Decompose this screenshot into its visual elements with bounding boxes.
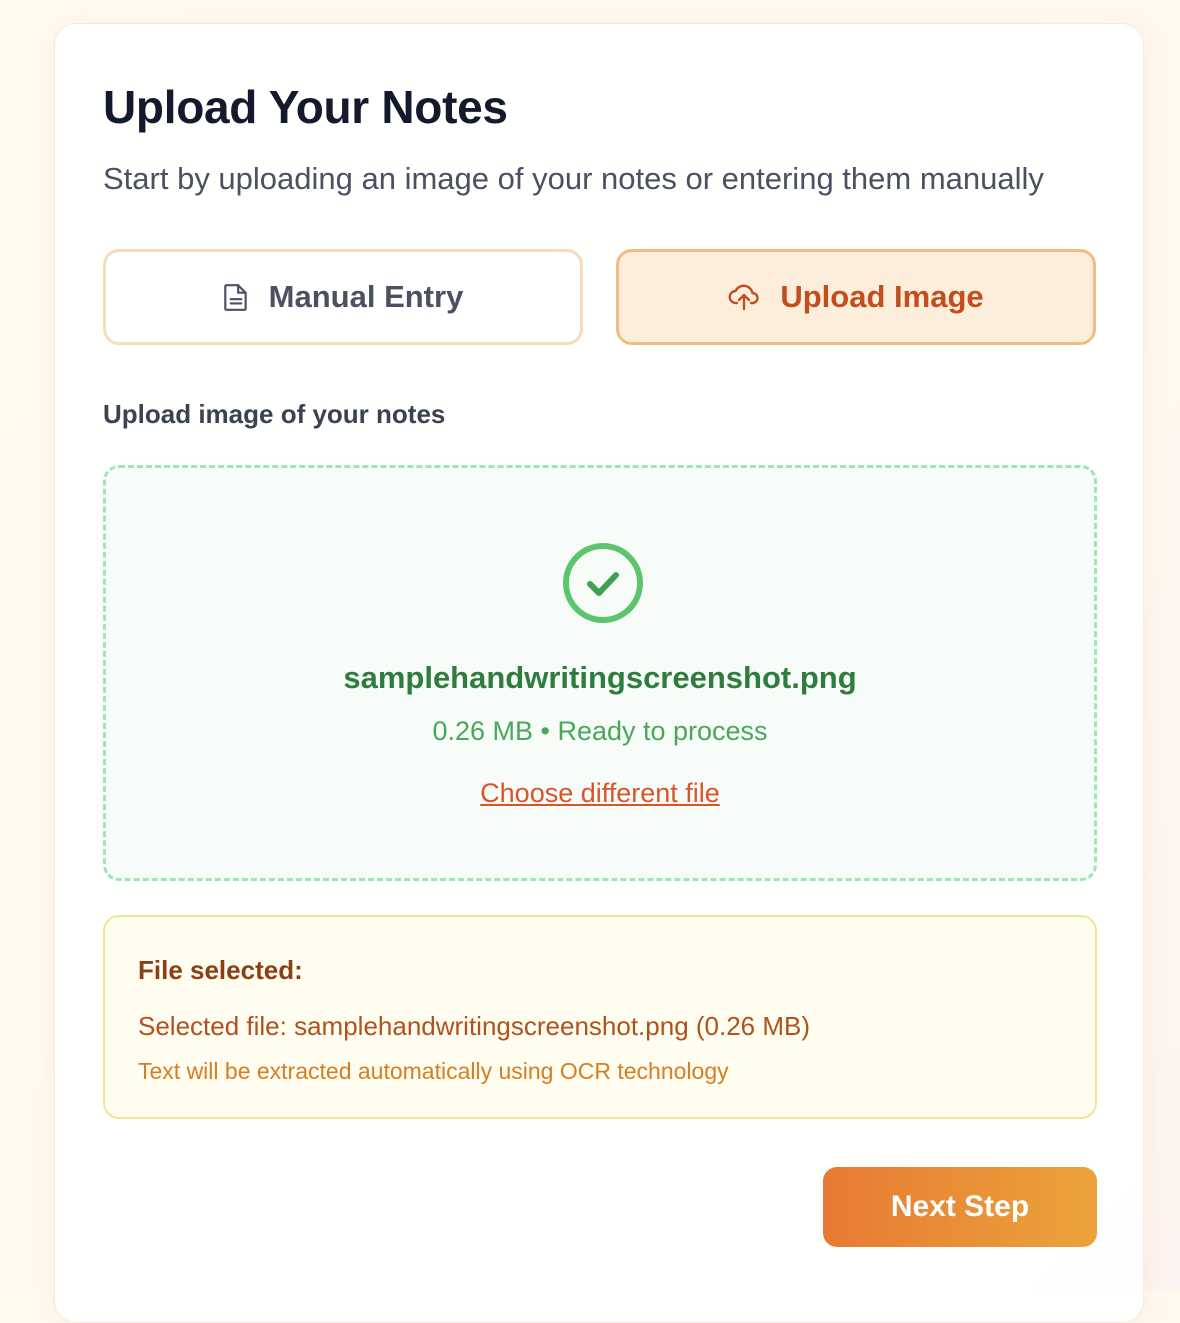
upload-card: Upload Your Notes Start by uploading an … xyxy=(54,23,1144,1323)
choose-different-file-link[interactable]: Choose different file xyxy=(480,778,720,808)
selected-file-name: samplehandwritingscreenshot.png xyxy=(343,660,857,695)
cloud-upload-icon xyxy=(728,282,760,312)
file-selected-info: File selected: Selected file: samplehand… xyxy=(103,915,1097,1119)
selected-file-line: Selected file: samplehandwritingscreensh… xyxy=(138,1011,811,1041)
upload-image-button[interactable]: Upload Image xyxy=(616,249,1096,345)
manual-entry-button[interactable]: Manual Entry xyxy=(103,249,583,345)
page-subtitle: Start by uploading an image of your note… xyxy=(103,161,1044,196)
upload-image-label: Upload Image xyxy=(780,279,984,314)
check-circle-icon xyxy=(561,541,645,630)
info-title: File selected: xyxy=(138,955,303,985)
upload-field-label: Upload image of your notes xyxy=(103,399,446,429)
manual-entry-label: Manual Entry xyxy=(268,279,464,314)
file-dropzone[interactable]: samplehandwritingscreenshot.png 0.26 MB … xyxy=(103,465,1097,881)
file-size-status: 0.26 MB • Ready to process xyxy=(432,716,768,746)
next-step-button[interactable]: Next Step xyxy=(823,1167,1097,1247)
ocr-note: Text will be extracted automatically usi… xyxy=(138,1058,729,1084)
page-title: Upload Your Notes xyxy=(103,81,508,133)
document-icon xyxy=(223,282,249,312)
